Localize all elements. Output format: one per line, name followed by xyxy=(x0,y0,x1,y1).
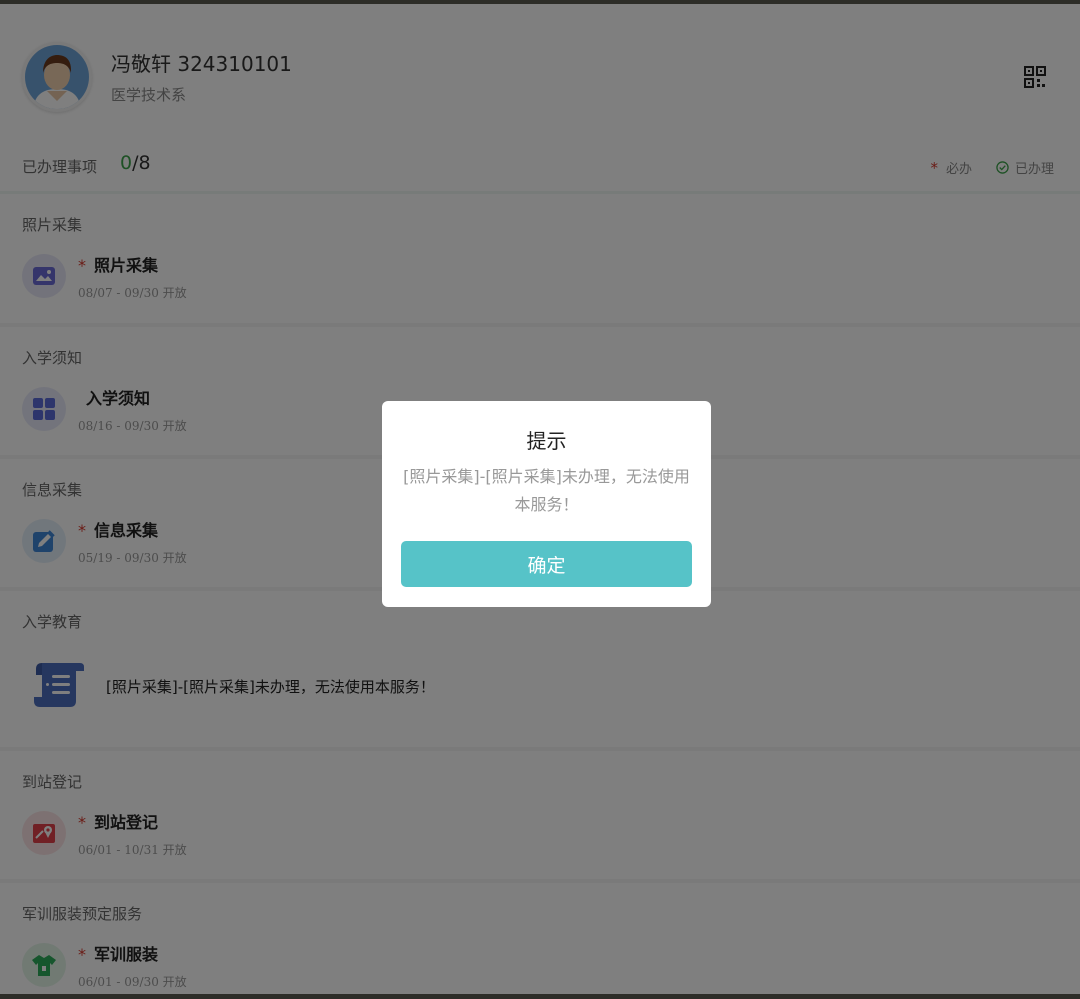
confirm-button[interactable]: 确定 xyxy=(401,541,692,587)
modal-overlay[interactable]: 提示 [照片采集]-[照片采集]未办理，无法使用本服务！ 确定 xyxy=(0,4,1080,994)
dialog-message: [照片采集]-[照片采集]未办理，无法使用本服务！ xyxy=(403,467,690,514)
dialog-title: 提示 xyxy=(526,429,567,453)
alert-dialog: 提示 [照片采集]-[照片采集]未办理，无法使用本服务！ 确定 xyxy=(382,401,711,607)
